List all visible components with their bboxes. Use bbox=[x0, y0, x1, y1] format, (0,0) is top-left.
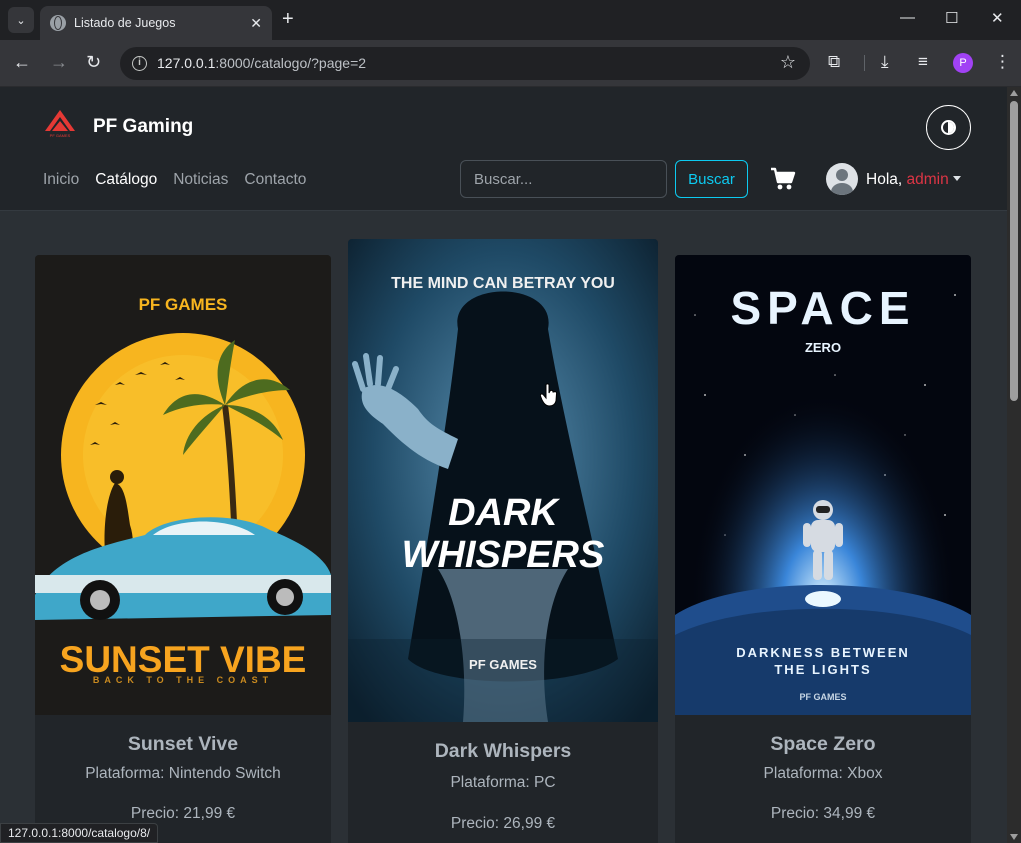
poster-headline-line1: DARK bbox=[448, 492, 558, 534]
poster-tagline: THE MIND CAN BETRAY YOU bbox=[391, 275, 615, 292]
dark-whispers-poster[interactable] bbox=[348, 239, 658, 722]
game-platform: Plataforma: PC bbox=[450, 774, 556, 791]
maximize-icon[interactable]: ☐ bbox=[945, 9, 958, 27]
back-arrow-icon[interactable]: ← bbox=[13, 52, 31, 72]
nav-catalogo[interactable]: Catálogo bbox=[95, 171, 157, 189]
nav-noticias[interactable]: Noticias bbox=[173, 171, 228, 189]
address-bar[interactable]: i 127.0.0.1:8000/catalogo/?page=2 ☆ bbox=[120, 47, 810, 80]
poster-subtitle: ZERO bbox=[804, 340, 842, 355]
globe-icon bbox=[50, 15, 66, 31]
poster-studio: PF GAMES bbox=[469, 657, 537, 672]
chevron-down-icon bbox=[952, 176, 961, 181]
url-path: :8000/catalogo/?page=2 bbox=[215, 55, 367, 71]
reload-icon[interactable]: ↻ bbox=[86, 52, 101, 72]
game-platform: Plataforma: Xbox bbox=[763, 765, 883, 782]
game-platform: Plataforma: Nintendo Switch bbox=[85, 765, 281, 782]
logo-text: PF GAMES bbox=[50, 133, 71, 138]
poster-headline: SPACE bbox=[730, 282, 916, 334]
game-price: Precio: 34,99 € bbox=[770, 805, 876, 822]
download-icon[interactable]: ⤓ bbox=[881, 52, 889, 72]
card-body: Sunset Vive Plataforma: Nintendo Switch … bbox=[35, 733, 331, 823]
media-control-icon[interactable]: ≡ bbox=[918, 52, 928, 72]
theme-toggle-button[interactable] bbox=[926, 105, 971, 150]
profile-avatar[interactable]: P bbox=[953, 53, 973, 73]
game-price: Precio: 26,99 € bbox=[450, 815, 556, 832]
game-price: Precio: 21,99 € bbox=[130, 805, 236, 822]
poster-studio: PF GAMES bbox=[138, 295, 228, 314]
page-scrollbar[interactable] bbox=[1007, 87, 1021, 843]
browser-tab[interactable]: Listado de Juegos ✕ bbox=[40, 6, 272, 40]
game-title[interactable]: Sunset Vive bbox=[35, 733, 331, 756]
main-nav: Inicio Catálogo Noticias Contacto bbox=[43, 171, 306, 189]
game-card-dark-whispers[interactable]: THE MIND CAN BETRAY YOU DARK WHISPERS PF… bbox=[348, 239, 658, 843]
url-text[interactable]: 127.0.0.1:8000/catalogo/?page=2 bbox=[157, 55, 366, 71]
toolbar-divider bbox=[864, 55, 865, 71]
close-window-icon[interactable]: ✕ bbox=[991, 9, 1004, 27]
browser-tab-strip: ⌄ Listado de Juegos ✕ + — ☐ ✕ bbox=[0, 0, 1021, 40]
card-body: Dark Whispers Plataforma: PC Precio: 26,… bbox=[348, 740, 658, 833]
pf-games-logo-icon[interactable]: PF GAMES bbox=[44, 109, 76, 139]
scroll-down-icon[interactable] bbox=[1010, 834, 1018, 840]
new-tab-button[interactable]: + bbox=[282, 8, 294, 30]
search-button[interactable]: Buscar bbox=[675, 160, 748, 198]
scroll-up-icon[interactable] bbox=[1010, 90, 1018, 96]
search-input[interactable] bbox=[460, 160, 667, 198]
site-info-icon[interactable]: i bbox=[132, 56, 147, 71]
brand-name[interactable]: PF Gaming bbox=[93, 116, 193, 138]
tab-title: Listado de Juegos bbox=[74, 16, 176, 30]
cart-icon[interactable] bbox=[770, 167, 796, 191]
card-body: Space Zero Plataforma: Xbox Precio: 34,9… bbox=[675, 733, 971, 823]
username: admin bbox=[906, 171, 949, 188]
tab-search-button[interactable]: ⌄ bbox=[8, 7, 34, 33]
poster-tagline-line2: THE LIGHTS bbox=[774, 662, 872, 677]
nav-inicio[interactable]: Inicio bbox=[43, 171, 79, 189]
bookmark-star-icon[interactable]: ☆ bbox=[780, 52, 796, 73]
browser-toolbar: ← → ↻ i 127.0.0.1:8000/catalogo/?page=2 … bbox=[0, 40, 1021, 87]
forward-arrow-icon[interactable]: → bbox=[50, 52, 68, 72]
game-card-space-zero[interactable]: SPACE ZERO DARKNESS BETWEEN THE LIGHTS P… bbox=[675, 255, 971, 843]
nav-contacto[interactable]: Contacto bbox=[244, 171, 306, 189]
game-title[interactable]: Space Zero bbox=[675, 733, 971, 756]
poster-tagline-line1: DARKNESS BETWEEN bbox=[736, 645, 910, 660]
poster-headline-line2: WHISPERS bbox=[401, 534, 605, 576]
user-avatar[interactable] bbox=[826, 163, 858, 195]
user-menu-toggle[interactable]: Hola, admin bbox=[866, 171, 961, 189]
game-title[interactable]: Dark Whispers bbox=[348, 740, 658, 763]
page-viewport: PF GAMES PF Gaming Inicio Catálogo Notic… bbox=[0, 87, 1007, 843]
extensions-icon[interactable]: ⧉ bbox=[828, 52, 840, 72]
link-status-bar: 127.0.0.1:8000/catalogo/8/ bbox=[0, 823, 159, 843]
hand-cursor-icon bbox=[540, 383, 558, 407]
greeting-text: Hola, bbox=[866, 171, 903, 188]
url-host: 127.0.0.1 bbox=[157, 55, 216, 71]
poster-tagline: BACK TO THE COAST bbox=[92, 675, 274, 685]
tab-close-icon[interactable]: ✕ bbox=[250, 14, 262, 32]
game-card-sunset-vive[interactable]: PF GAMES SUNSET VIBE BACK TO THE COAST S… bbox=[35, 255, 331, 843]
site-header: PF GAMES PF Gaming Inicio Catálogo Notic… bbox=[0, 87, 1007, 211]
poster-studio: PF GAMES bbox=[799, 692, 847, 702]
more-menu-icon[interactable]: ⋮ bbox=[994, 52, 1011, 72]
scrollbar-thumb[interactable] bbox=[1010, 101, 1018, 401]
contrast-icon bbox=[941, 120, 956, 135]
minimize-icon[interactable]: — bbox=[900, 9, 915, 26]
